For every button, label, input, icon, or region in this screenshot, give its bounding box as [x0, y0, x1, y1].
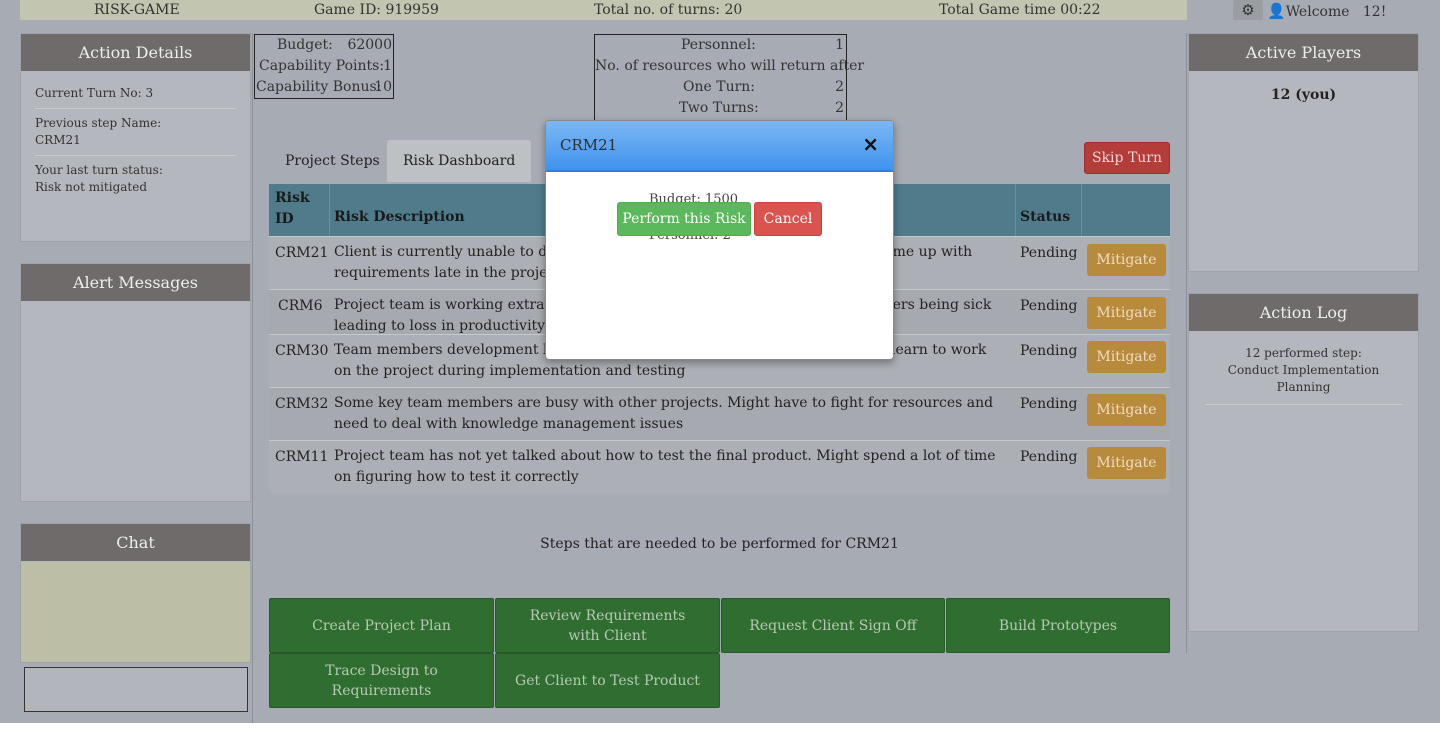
- step-trace-design[interactable]: Trace Design to Requirements: [269, 653, 494, 708]
- action-details-panel: Action Details Current Turn No: 3 Previo…: [20, 33, 251, 242]
- header-risk-description: Risk Description: [334, 209, 465, 225]
- risk-status: Pending: [1020, 343, 1078, 359]
- risk-id: CRM11: [275, 449, 329, 465]
- total-turns: Total no. of turns: 20: [594, 2, 743, 18]
- risk-id: CRM21: [275, 245, 329, 261]
- step-create-project-plan[interactable]: Create Project Plan: [269, 598, 494, 653]
- alert-messages-title: Alert Messages: [21, 264, 250, 301]
- username: 12!: [1362, 4, 1387, 20]
- step-review-requirements[interactable]: Review Requirements with Client: [495, 598, 720, 653]
- chat-input[interactable]: [24, 667, 248, 712]
- risk-description: Project team has not yet talked about ho…: [334, 448, 996, 485]
- game-id: Game ID: 919959: [314, 2, 439, 18]
- mitigate-button[interactable]: Mitigate: [1087, 297, 1166, 329]
- returning-resources-label: No. of resources who will return after: [595, 58, 865, 74]
- step-get-client-test[interactable]: Get Client to Test Product: [495, 653, 720, 708]
- risk-status: Pending: [1020, 396, 1078, 412]
- risk-id: CRM32: [275, 396, 329, 412]
- close-icon[interactable]: ×: [862, 132, 879, 156]
- app-background: RISK-GAME Game ID: 919959 Total no. of t…: [0, 0, 1440, 723]
- cancel-button[interactable]: Cancel: [754, 202, 822, 236]
- user-icon: 👤: [1267, 2, 1286, 20]
- page-footer-strip: [0, 723, 1440, 739]
- player-entry: 12 (you): [1270, 87, 1337, 103]
- mitigate-button[interactable]: Mitigate: [1087, 394, 1166, 426]
- header-divider: [329, 184, 330, 236]
- capability-points-value: 1: [383, 58, 392, 74]
- risk-status: Pending: [1020, 449, 1078, 465]
- action-log-panel: Action Log 12 performed step: Conduct Im…: [1188, 293, 1419, 632]
- personnel-value: 1: [835, 37, 844, 53]
- header-status: Status: [1020, 209, 1071, 225]
- gear-icon: ⚙: [1241, 1, 1255, 19]
- welcome-label: Welcome: [1285, 4, 1350, 20]
- resources-box: Budget: 62000 Capability Points: 1 Capabil…: [254, 34, 394, 99]
- table-row: CRM11 Project team has not yet talked ab…: [269, 440, 1170, 493]
- welcome-user: 👤Welcome 12!: [1267, 0, 1386, 23]
- capability-bonus-value: 10: [374, 79, 392, 95]
- modal-header: CRM21 ×: [546, 121, 893, 172]
- mitigate-button[interactable]: Mitigate: [1087, 244, 1166, 276]
- left-divider: [252, 33, 253, 723]
- chat-messages: [21, 562, 250, 662]
- perform-risk-button[interactable]: Perform this Risk: [617, 202, 751, 236]
- top-bar: RISK-GAME Game ID: 919959 Total no. of t…: [20, 0, 1187, 20]
- two-turns-label: Two Turns:: [679, 100, 759, 116]
- right-divider: [1186, 33, 1187, 653]
- modal-title: CRM21: [560, 136, 618, 154]
- personnel-box: Personnel: 1 No. of resources who will re…: [594, 34, 864, 124]
- active-players-panel: Active Players 12 (you): [1188, 33, 1419, 272]
- chat-title: Chat: [21, 524, 250, 561]
- app-name: RISK-GAME: [94, 2, 180, 18]
- active-players-title: Active Players: [1189, 34, 1418, 71]
- header-divider: [1081, 184, 1082, 236]
- risk-status: Pending: [1020, 298, 1078, 314]
- tab-project-steps[interactable]: Project Steps: [269, 140, 396, 182]
- capability-bonus-label: Capability Bonus:: [256, 79, 382, 95]
- chat-panel: Chat: [20, 523, 251, 663]
- risk-id: CRM30: [275, 343, 329, 359]
- risk-modal: CRM21 × Budget: 1500 Personnel: 2 Perfor…: [545, 120, 894, 360]
- log-entry: 12 performed step: Conduct Implementatio…: [1205, 345, 1402, 405]
- risk-description: Some key team members are busy with othe…: [334, 395, 994, 432]
- action-details-title: Action Details: [21, 34, 250, 71]
- last-turn-status: Your last turn status: Risk not mitigate…: [35, 163, 163, 194]
- alert-messages-panel: Alert Messages: [20, 263, 251, 502]
- tab-risk-dashboard[interactable]: Risk Dashboard: [387, 140, 532, 182]
- step-request-client-sign-off[interactable]: Request Client Sign Off: [721, 598, 945, 653]
- header-risk-id: Risk ID: [275, 190, 310, 227]
- capability-points-label: Capability Points:: [259, 58, 385, 74]
- budget-label: Budget:: [277, 37, 333, 53]
- two-turns-value: 2: [835, 100, 844, 116]
- one-turn-label: One Turn:: [683, 79, 756, 95]
- personnel-label: Personnel:: [681, 37, 756, 53]
- risk-status: Pending: [1020, 245, 1078, 261]
- header-divider: [1015, 184, 1016, 236]
- table-row: CRM32 Some key team members are busy wit…: [269, 387, 1170, 440]
- previous-step: Previous step Name: CRM21: [35, 109, 236, 156]
- total-game-time: Total Game time 00:22: [939, 2, 1101, 18]
- budget-value: 62000: [347, 37, 392, 53]
- risk-id: CRM6: [278, 298, 323, 314]
- steps-title: Steps that are needed to be performed fo…: [540, 536, 899, 552]
- current-turn: Current Turn No: 3: [35, 79, 236, 109]
- step-build-prototypes[interactable]: Build Prototypes: [946, 598, 1170, 653]
- mitigate-button[interactable]: Mitigate: [1087, 447, 1166, 479]
- skip-turn-button[interactable]: Skip Turn: [1084, 142, 1170, 174]
- action-log-title: Action Log: [1189, 294, 1418, 331]
- one-turn-value: 2: [835, 79, 844, 95]
- mitigate-button[interactable]: Mitigate: [1087, 341, 1166, 373]
- settings-button[interactable]: ⚙: [1233, 0, 1263, 20]
